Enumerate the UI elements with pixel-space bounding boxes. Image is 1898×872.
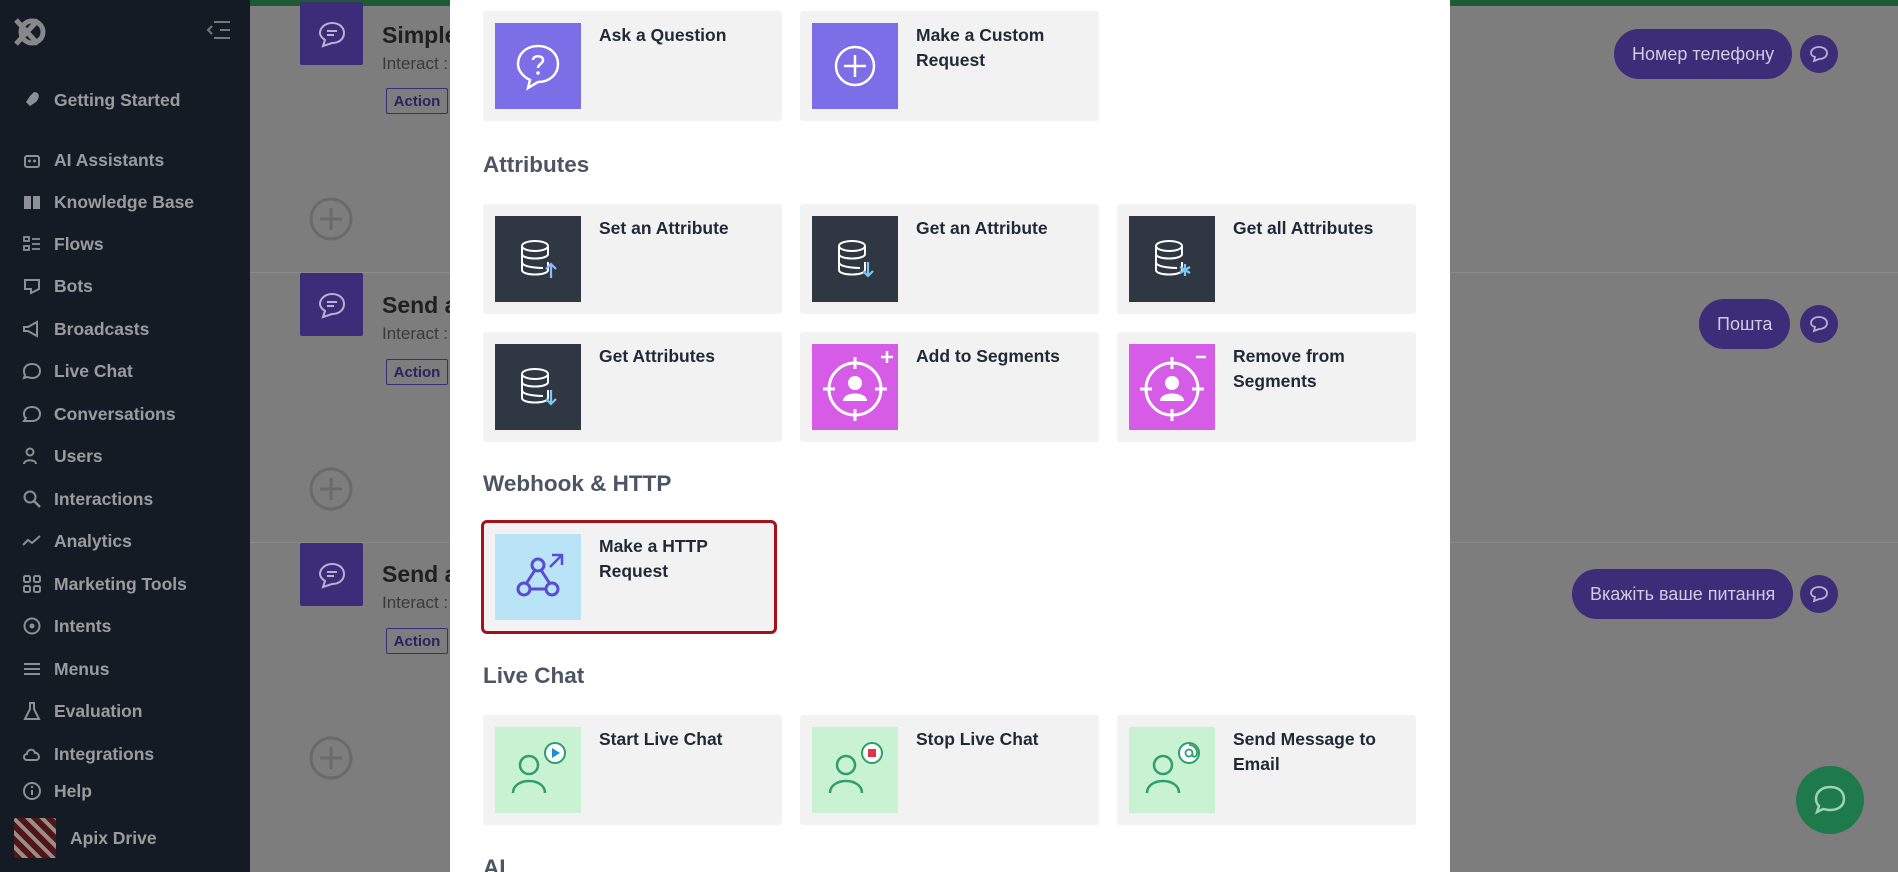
message-icon — [318, 292, 345, 319]
agent-play-icon — [495, 727, 581, 813]
message-icon — [318, 562, 345, 589]
action-tag: Action — [386, 88, 448, 114]
tile-label: Stop Live Chat — [916, 729, 1039, 749]
agent-stop-icon — [812, 727, 898, 813]
tile-label: Ask a Question — [599, 25, 727, 45]
sidebar: Getting Started AI Assistants Knowledge … — [0, 0, 250, 872]
tile-remove-from-segments[interactable]: Remove from Segments — [1117, 332, 1416, 442]
flow-step-title: Send a — [382, 292, 458, 318]
tile-label: Remove from Segments — [1233, 346, 1345, 391]
quick-reply-pill[interactable]: Вкажіть ваше питання — [1572, 569, 1794, 619]
tile-get-all-attributes[interactable]: Get all Attributes — [1117, 204, 1416, 314]
database-star-icon — [1129, 216, 1215, 302]
tile-stop-live-chat[interactable]: Stop Live Chat — [800, 715, 1099, 825]
add-step-icon[interactable] — [308, 735, 354, 781]
section-title-webhook: Webhook & HTTP — [483, 471, 672, 496]
quick-reply-pill[interactable]: Пошта — [1699, 299, 1791, 349]
tile-label: Add to Segments — [916, 346, 1060, 366]
tile-set-attribute[interactable]: Set an Attribute — [483, 204, 782, 314]
tile-make-custom-request[interactable]: Make a Custom Request — [800, 11, 1099, 121]
webhook-icon — [495, 534, 581, 620]
sidebar-overlay — [0, 0, 250, 872]
tile-get-attribute[interactable]: Get an Attribute — [800, 204, 1099, 314]
database-up-icon — [495, 216, 581, 302]
tile-label: Get an Attribute — [916, 218, 1048, 238]
quick-reply-pill[interactable]: Номер телефону — [1614, 29, 1793, 79]
tile-label: Make a Custom Request — [916, 25, 1045, 70]
add-step-icon[interactable] — [308, 466, 354, 512]
section-title-live-chat: Live Chat — [483, 663, 585, 688]
message-icon — [318, 21, 345, 48]
flow-step-icon[interactable] — [300, 543, 363, 606]
tile-get-attributes[interactable]: Get Attributes — [483, 332, 782, 442]
section-title-attributes: Attributes — [483, 152, 590, 177]
tile-send-message-to-email[interactable]: Send Message to Email — [1117, 715, 1416, 825]
action-tag: Action — [386, 359, 448, 385]
add-step-icon[interactable] — [308, 196, 354, 242]
segment-add-icon — [812, 344, 898, 430]
flow-step-subtitle: Interact : — [382, 324, 449, 343]
question-bubble-icon — [495, 23, 581, 109]
action-picker-modal: Ask a Question Make a Custom Request Att… — [450, 0, 1450, 872]
reply-bubble-icon[interactable] — [1800, 575, 1838, 613]
agent-email-icon — [1129, 727, 1215, 813]
tile-label: Send Message to Email — [1233, 729, 1376, 774]
tile-label: Make a HTTP Request — [599, 536, 708, 581]
tile-make-http-request[interactable]: Make a HTTP Request — [481, 520, 777, 634]
database-down-icon — [812, 216, 898, 302]
flow-step-subtitle: Interact : — [382, 593, 449, 612]
tile-label: Set an Attribute — [599, 218, 729, 238]
reply-bubble-icon[interactable] — [1800, 305, 1838, 343]
tile-label: Start Live Chat — [599, 729, 723, 749]
tile-ask-question[interactable]: Ask a Question — [483, 11, 782, 121]
plus-circle-icon — [812, 23, 898, 109]
support-chat-button[interactable] — [1796, 766, 1864, 834]
flow-step-icon[interactable] — [300, 2, 363, 65]
tile-start-live-chat[interactable]: Start Live Chat — [483, 715, 782, 825]
flow-step-icon[interactable] — [300, 273, 363, 336]
action-tag: Action — [386, 628, 448, 654]
chat-bubble-icon — [1814, 785, 1846, 815]
section-title-ai: AI — [483, 855, 506, 872]
tile-label: Get Attributes — [599, 346, 716, 366]
reply-bubble-icon[interactable] — [1800, 35, 1838, 73]
flow-step-subtitle: Interact : — [382, 54, 449, 73]
database-down-icon — [495, 344, 581, 430]
flow-step-title: Send a — [382, 561, 458, 587]
flow-step-title: Simple — [382, 22, 458, 48]
tile-label: Get all Attributes — [1233, 218, 1374, 238]
segment-remove-icon — [1129, 344, 1215, 430]
tile-add-to-segments[interactable]: Add to Segments — [800, 332, 1099, 442]
